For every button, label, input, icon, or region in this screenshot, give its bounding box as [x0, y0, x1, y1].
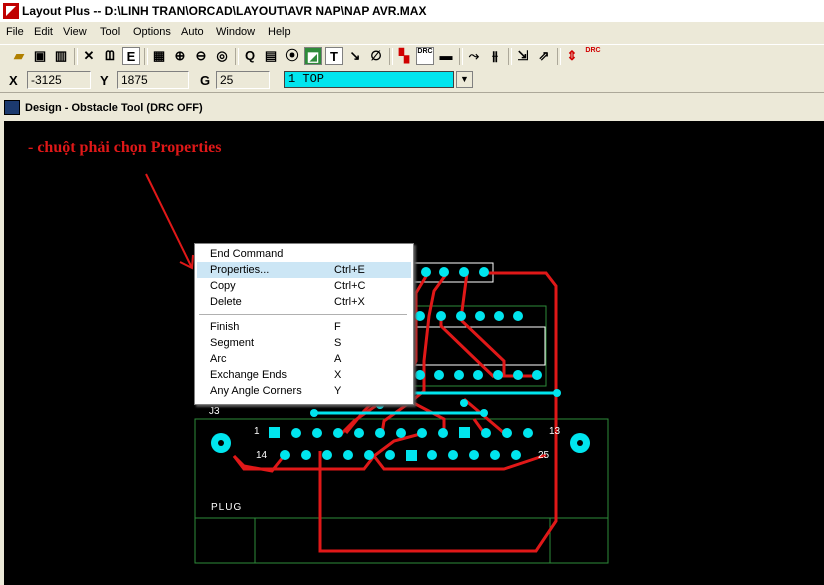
menu-view[interactable]: View: [63, 26, 87, 38]
title-bar: Layout Plus -- D:\LINH TRAN\ORCAD\LAYOUT…: [0, 0, 824, 22]
y-coordinate-field: 1875: [117, 71, 189, 89]
context-menu: End Command Properties... Ctrl+E Copy Ct…: [194, 243, 414, 405]
toolbar-separator: [144, 48, 148, 65]
error-icon[interactable]: ∅: [367, 47, 385, 65]
shove-icon[interactable]: ⫵: [486, 47, 504, 65]
menu-item-end-command[interactable]: End Command: [197, 246, 411, 262]
route-icon[interactable]: ⤳: [465, 47, 483, 65]
toolbar-separator: [508, 48, 512, 65]
menu-item-delete[interactable]: Delete Ctrl+X: [197, 294, 411, 310]
menu-item-properties[interactable]: Properties... Ctrl+E: [197, 262, 411, 278]
text-icon[interactable]: T: [325, 47, 343, 65]
pin14-label: 14: [256, 450, 268, 461]
connection-icon[interactable]: ↘: [346, 47, 364, 65]
pin13-label: 13: [549, 426, 561, 437]
menu-bar: File Edit View Tool Options Auto Window …: [0, 23, 824, 42]
grid-label: G: [200, 73, 211, 88]
menu-item-exchange-ends[interactable]: Exchange Ends X: [197, 367, 411, 383]
zoom-out-icon[interactable]: ⊖: [192, 47, 210, 65]
y-label: Y: [100, 73, 109, 88]
drc-box-icon[interactable]: DRC: [416, 47, 434, 65]
drc-check-icon[interactable]: DRC: [584, 47, 602, 65]
menu-help[interactable]: Help: [268, 26, 291, 38]
connector-tab-left: [194, 517, 256, 564]
header-pads: [421, 267, 489, 277]
window-title: Layout Plus -- D:\LINH TRAN\ORCAD\LAYOUT…: [22, 4, 427, 18]
menu-item-finish[interactable]: Finish F: [197, 319, 411, 335]
ic-pads-bottom: [415, 370, 542, 380]
plug-label: PLUG: [211, 502, 243, 513]
toolbar-separator: [74, 48, 78, 65]
open-icon[interactable]: ▰: [10, 47, 28, 65]
x-coordinate-field: -3125: [27, 71, 91, 89]
menu-window[interactable]: Window: [216, 26, 255, 38]
instruction-annotation: - chuột phải chọn Properties: [28, 139, 222, 156]
document-title: Design - Obstacle Tool (DRC OFF): [25, 102, 203, 114]
toolbar-separator: [235, 48, 239, 65]
save-icon[interactable]: ▣: [31, 47, 49, 65]
library-icon[interactable]: ▥: [52, 47, 70, 65]
online-drc-icon[interactable]: ⇕: [563, 47, 581, 65]
find-icon[interactable]: ᗶ: [101, 47, 119, 65]
reconnect-icon[interactable]: ▬: [437, 47, 455, 65]
menu-tool[interactable]: Tool: [100, 26, 120, 38]
x-label: X: [9, 73, 18, 88]
color-icon[interactable]: ▚: [395, 47, 413, 65]
grid-field: 25: [216, 71, 270, 89]
autoroute-icon[interactable]: ⇲: [514, 47, 532, 65]
chevron-down-icon[interactable]: ▼: [456, 71, 473, 88]
component-icon[interactable]: ▤: [262, 47, 280, 65]
menu-separator: [199, 314, 407, 315]
menu-file[interactable]: File: [6, 26, 24, 38]
pin25-label: 25: [538, 450, 550, 461]
menu-item-any-angle-corners[interactable]: Any Angle Corners Y: [197, 383, 411, 399]
zoom-all-icon[interactable]: ◎: [213, 47, 231, 65]
delete-icon[interactable]: ✕: [80, 47, 98, 65]
sweep-icon[interactable]: ⇗: [535, 47, 553, 65]
zoom-in-icon[interactable]: ⊕: [171, 47, 189, 65]
design-canvas[interactable]: - chuột phải chọn Properties J3 1 13 14 …: [4, 121, 824, 585]
pin1-label: 1: [254, 426, 260, 437]
menu-auto[interactable]: Auto: [181, 26, 204, 38]
menu-item-segment[interactable]: Segment S: [197, 335, 411, 351]
design-window-icon: [4, 100, 20, 115]
spreadsheet-icon[interactable]: ▦: [150, 47, 168, 65]
obstacle-icon[interactable]: ◩: [304, 47, 322, 65]
toolbar: ▰ ▣ ▥ ✕ ᗶ E ▦ ⊕ ⊖ ◎ Q ▤ ⦿ ◩ T ↘ ∅ ▚ DRC …: [0, 44, 824, 70]
toolbar-separator: [557, 48, 561, 65]
toolbar-separator: [459, 48, 463, 65]
annotation-arrow: [145, 173, 194, 270]
menu-item-arc[interactable]: Arc A: [197, 351, 411, 367]
connector-pads-row2: [280, 450, 521, 461]
connector-ref-label: J3: [209, 406, 220, 417]
pin-icon[interactable]: ⦿: [283, 47, 301, 65]
connector-pads-row1: [269, 427, 533, 438]
menu-edit[interactable]: Edit: [34, 26, 53, 38]
document-title-bar: Design - Obstacle Tool (DRC OFF): [0, 98, 824, 118]
pcb-drawing: [145, 173, 609, 564]
menu-options[interactable]: Options: [133, 26, 171, 38]
app-icon: [3, 3, 19, 19]
query-icon[interactable]: Q: [241, 47, 259, 65]
menu-item-copy[interactable]: Copy Ctrl+C: [197, 278, 411, 294]
connector-tab-right: [549, 517, 609, 564]
edit-e-icon[interactable]: E: [122, 47, 140, 65]
layer-select[interactable]: 1 TOP: [284, 71, 454, 88]
toolbar-separator: [389, 48, 393, 65]
